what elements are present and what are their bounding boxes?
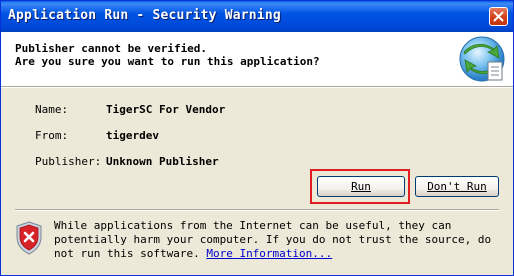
header-divider bbox=[1, 86, 513, 88]
close-button[interactable] bbox=[489, 7, 508, 26]
security-warning-dialog: Application Run - Security Warning Publi… bbox=[0, 0, 514, 276]
header-message: Publisher cannot be verified. bbox=[15, 42, 208, 55]
header-question: Are you sure you want to run this applic… bbox=[15, 55, 320, 68]
run-button[interactable]: Run bbox=[317, 176, 405, 197]
dont-run-button[interactable]: Don't Run bbox=[415, 176, 499, 197]
application-security-globe-icon bbox=[459, 36, 505, 82]
footer-divider bbox=[15, 209, 499, 211]
more-information-link[interactable]: More Information... bbox=[206, 247, 332, 260]
window-title: Application Run - Security Warning bbox=[8, 8, 281, 23]
from-value: tigerdev bbox=[106, 129, 159, 142]
run-button-label: Run bbox=[351, 180, 371, 193]
dont-run-button-label: Don't Run bbox=[427, 180, 487, 193]
from-label: From: bbox=[35, 129, 69, 142]
name-value: TigerSC For Vendor bbox=[106, 103, 226, 116]
publisher-label: Publisher: bbox=[35, 155, 102, 168]
name-label: Name: bbox=[35, 103, 69, 116]
title-bar[interactable]: Application Run - Security Warning bbox=[1, 1, 513, 32]
publisher-value: Unknown Publisher bbox=[106, 155, 219, 168]
close-icon bbox=[493, 11, 504, 22]
dialog-header: Publisher cannot be verified. Are you su… bbox=[1, 32, 513, 86]
warning-message: While applications from the Internet can… bbox=[54, 219, 509, 261]
shield-warning-icon bbox=[16, 221, 42, 255]
